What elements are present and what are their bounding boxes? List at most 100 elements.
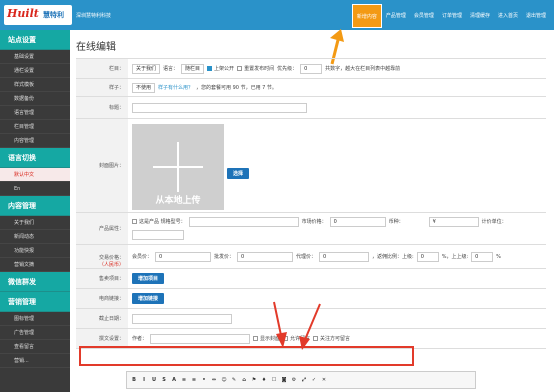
sidebar-item[interactable]: 功能快报 [0, 244, 70, 258]
emoji-button[interactable]: ☺ [220, 376, 228, 384]
column-select[interactable]: 关于我们 [132, 63, 161, 74]
sidebar-header-language[interactable]: 语言切换 [0, 148, 70, 168]
label-trade: 交易价格： （人民币） [76, 245, 128, 268]
italic-button[interactable]: I [140, 376, 148, 384]
nav-clear-cache[interactable]: 清理缓存 [466, 4, 494, 28]
member-price-input[interactable]: 0 [155, 251, 212, 262]
row-cover: 封面图片： 从本地上传 选择 [76, 119, 546, 213]
row-sell: 售卖项目： 增加项目 [76, 269, 546, 289]
sidebar-item[interactable]: 数据备份 [0, 92, 70, 106]
nav-logout[interactable]: 退出管理 [522, 4, 550, 28]
sidebar-item-default-chinese[interactable]: 默认中文 [0, 168, 70, 182]
label: 作者： [132, 336, 148, 342]
select-image-button[interactable]: 选择 [227, 168, 250, 179]
link-button[interactable]: ⇔ [210, 376, 218, 384]
upload-label: 从本地上传 [155, 196, 201, 206]
underline-button[interactable]: U [150, 376, 158, 384]
author-input[interactable] [150, 333, 251, 344]
bold-button[interactable]: B [130, 376, 138, 384]
label: 交易价格： [98, 255, 124, 261]
label: %，上上级: [441, 254, 469, 260]
sidebar-item[interactable]: 内容管理 [0, 134, 70, 148]
spec-input[interactable] [188, 216, 299, 227]
label: 代理价： [296, 254, 317, 260]
reset-time-checkbox[interactable]: 重置发布时间 [237, 65, 274, 72]
nav-home[interactable]: 进入首页 [494, 4, 522, 28]
sidebar-header-site[interactable]: 站点设置 [0, 30, 70, 50]
settings-button[interactable]: ⚙ [290, 376, 298, 384]
sidebar-item[interactable]: 关于我们 [0, 216, 70, 230]
language-select[interactable]: 随栏目 [181, 63, 205, 74]
flag-button[interactable]: ⚑ [250, 376, 258, 384]
plus-icon-v [177, 142, 179, 192]
unit-input[interactable] [132, 230, 184, 241]
logo-text: 慧特利 [43, 11, 64, 19]
list-button[interactable]: • [200, 376, 208, 384]
sidebar-item-en[interactable]: En [0, 182, 70, 196]
company-name: 深圳慧特利科技 [76, 13, 112, 19]
title-input[interactable] [132, 102, 307, 113]
rich-text-toolbar: B I U S A ≡ ≡ • ⇔ ☺ ✎ ⌂ ⚑ ♦ ☐ ◙ ⚙ ⤢ ✓ ✕ [126, 371, 476, 389]
template-info: ，您的套餐可用 90 节，已用 7 节。 [196, 85, 277, 91]
sidebar-item[interactable]: 样式模板 [0, 78, 70, 92]
diamond-button[interactable]: ♦ [260, 376, 268, 384]
ratio-input-1[interactable]: 0 [416, 251, 439, 262]
nav-orders[interactable]: 订单管理 [438, 4, 466, 28]
sidebar-header-content[interactable]: 内容管理 [0, 196, 70, 216]
currency-input[interactable]: ¥ [428, 216, 479, 227]
add-link-button[interactable]: 增加链接 [132, 293, 165, 304]
box-button[interactable]: ☐ [270, 376, 278, 384]
template-help-link[interactable]: 样子有什么用？ [158, 84, 193, 91]
is-product-checkbox[interactable]: 这是产品 规格型号： [132, 218, 186, 225]
nav-add-content[interactable]: 新增内容 [351, 4, 382, 28]
priority-input[interactable]: 0 [300, 63, 323, 74]
sidebar-item[interactable]: 语言管理 [0, 106, 70, 120]
nav-products[interactable]: 产品管理 [382, 4, 410, 28]
sidebar-item[interactable]: 通栏设置 [0, 64, 70, 78]
sidebar-header-marketing[interactable]: 营销管理 [0, 292, 70, 312]
label: 截止日期： [76, 309, 128, 328]
upload-image-area[interactable]: 从本地上传 [132, 124, 224, 210]
sidebar-item[interactable]: 基础设置 [0, 50, 70, 64]
label: 批发价： [214, 254, 235, 260]
font-color-button[interactable]: A [170, 376, 178, 384]
sidebar-item[interactable]: 营销... [0, 354, 70, 368]
fullscreen-button[interactable]: ⤢ [300, 376, 308, 384]
label: 封面图片： [76, 119, 128, 212]
justify-button[interactable]: ≡ [190, 376, 198, 384]
nav-members[interactable]: 会员管理 [410, 4, 438, 28]
clear-button[interactable]: ✕ [320, 376, 328, 384]
agent-price-input[interactable]: 0 [319, 251, 370, 262]
annotation-arrow-2 [299, 303, 321, 350]
checkbox-icon [207, 66, 213, 71]
label: 样子： [76, 79, 128, 96]
sidebar-item[interactable]: 营销文摘 [0, 258, 70, 272]
sidebar-item[interactable]: 图标管理 [0, 312, 70, 326]
add-item-button[interactable]: 增加项目 [132, 273, 165, 284]
edit-button[interactable]: ✎ [230, 376, 238, 384]
template-select[interactable]: 不使用 [132, 82, 156, 93]
sidebar-item[interactable]: 栏目管理 [0, 120, 70, 134]
strike-button[interactable]: S [160, 376, 168, 384]
sidebar-header-wechat[interactable]: 微信群发 [0, 272, 70, 292]
ratio-input-2[interactable]: 0 [471, 251, 494, 262]
home-button[interactable]: ⌂ [240, 376, 248, 384]
align-button[interactable]: ≡ [180, 376, 188, 384]
image-button[interactable]: ◙ [280, 376, 288, 384]
label: 会员价： [132, 254, 153, 260]
row-product: 产品属性： 这是产品 规格型号： 市场价格： 0 币种： ¥ 计价单位： [76, 213, 546, 245]
label: 语言： [163, 66, 179, 72]
publish-checkbox[interactable]: 上架公开 [207, 65, 234, 72]
logo-mark: Huilt [7, 7, 39, 20]
market-price-input[interactable]: 0 [329, 216, 386, 227]
label: 售卖项目： [76, 269, 128, 288]
label: 栏目： [76, 59, 128, 78]
sidebar-item[interactable]: 新闻动态 [0, 230, 70, 244]
label: 标题： [76, 97, 128, 118]
wholesale-price-input[interactable]: 0 [237, 251, 294, 262]
check-button[interactable]: ✓ [310, 376, 318, 384]
label: 币种： [388, 219, 404, 226]
deadline-input[interactable] [132, 313, 232, 324]
sidebar-item[interactable]: 查看留言 [0, 340, 70, 354]
sidebar-item[interactable]: 广告管理 [0, 326, 70, 340]
